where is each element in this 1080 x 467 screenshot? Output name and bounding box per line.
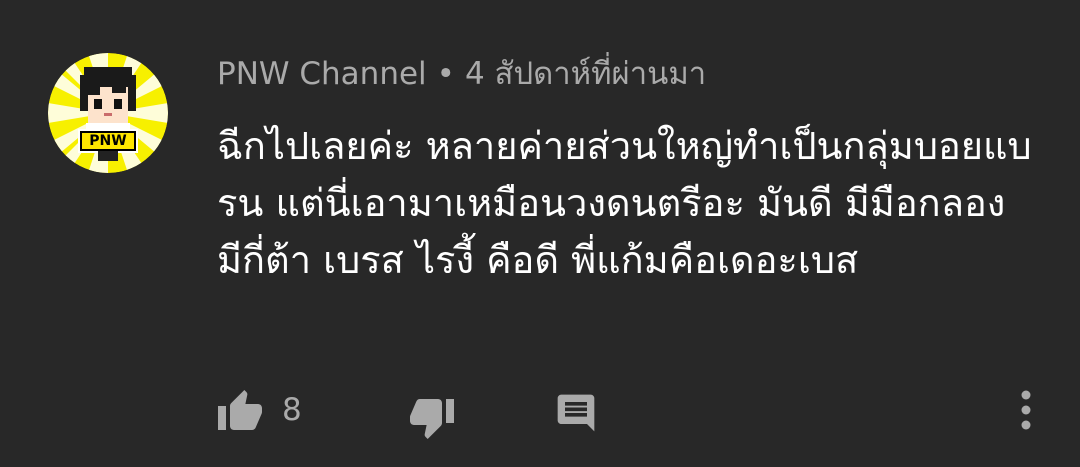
author-name[interactable]: PNW Channel (217, 56, 427, 92)
comment-reply-icon (557, 394, 595, 432)
avatar-image (48, 53, 168, 173)
comment-text: ฉีกไปเลยค่ะ หลายค่ายส่วนใหญ่ทำเป็นกลุ่มบ… (217, 124, 1032, 282)
thumb-down-icon (410, 399, 454, 439)
header-separator: • (436, 56, 455, 92)
reply-button[interactable] (552, 390, 600, 436)
like-count: 8 (282, 392, 302, 428)
comment-item: PNW PNW Channel • 4 สัปดาห์ที่ผ่านมา ฉีกไป… (0, 0, 1080, 467)
like-button[interactable] (214, 388, 266, 432)
avatar-badge-text: PNW (89, 133, 127, 149)
thumb-up-icon (218, 390, 262, 430)
more-vertical-icon (1021, 390, 1031, 430)
more-options-button[interactable] (1008, 388, 1044, 432)
comment-time: 4 สัปดาห์ที่ผ่านมา (464, 56, 707, 92)
dislike-button[interactable] (406, 396, 458, 442)
comment-header: PNW Channel • 4 สัปดาห์ที่ผ่านมา (217, 52, 706, 96)
avatar[interactable]: PNW (48, 53, 168, 173)
comment-actions: 8 (0, 384, 1080, 439)
